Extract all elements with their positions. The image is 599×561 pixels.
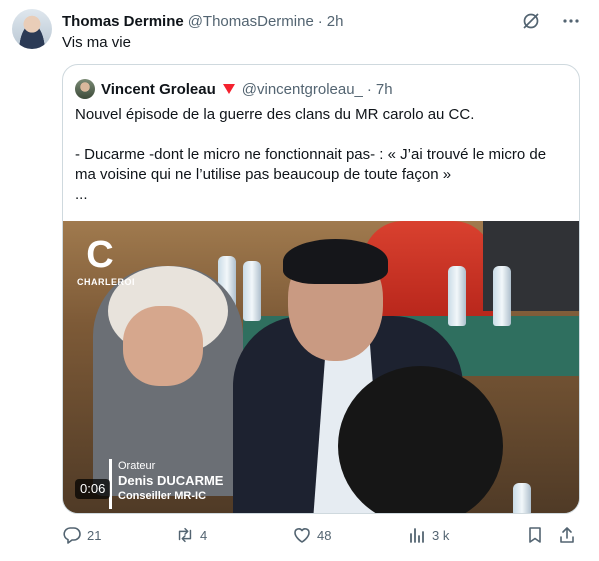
views-icon bbox=[407, 525, 427, 545]
quoted-tweet[interactable]: Vincent Groleau @vincentgroleau_ · 7h No… bbox=[62, 64, 580, 514]
separator-dot: · bbox=[366, 80, 372, 98]
video-player[interactable]: C CHARLEROI Orateur Denis DUCARME Consei… bbox=[63, 221, 579, 513]
woman-left-face bbox=[123, 306, 203, 386]
tweet-time[interactable]: 2h bbox=[327, 13, 344, 30]
tweet-header: Thomas Dermine @ThomasDermine · 2h bbox=[62, 11, 343, 31]
water-bottle bbox=[513, 483, 531, 513]
quote-time: 7h bbox=[375, 80, 393, 98]
views-count: 3 k bbox=[432, 527, 450, 543]
grok-icon[interactable] bbox=[521, 11, 541, 31]
more-icon[interactable] bbox=[561, 11, 581, 31]
water-bottle bbox=[243, 261, 261, 321]
author-name[interactable]: Thomas Dermine bbox=[62, 13, 184, 30]
separator-dot: · bbox=[317, 12, 323, 30]
reply-button[interactable]: 21 bbox=[62, 525, 175, 545]
author-handle[interactable]: @ThomasDermine bbox=[188, 13, 314, 30]
woman-right bbox=[338, 366, 503, 513]
tweet-actions: 21 4 48 3 k bbox=[62, 524, 580, 546]
quote-line-1: Nouvel épisode de la guerre des clans du… bbox=[75, 106, 475, 123]
speaker-caption: Orateur Denis DUCARME Conseiller MR-IC bbox=[109, 459, 249, 509]
quote-author-handle: @vincentgroleau_ bbox=[241, 80, 363, 98]
tweet-text: Vis ma vie bbox=[62, 34, 131, 51]
like-button[interactable]: 48 bbox=[292, 525, 407, 545]
quote-author-avatar bbox=[75, 79, 95, 99]
share-button[interactable] bbox=[557, 525, 577, 545]
views-button[interactable]: 3 k bbox=[407, 525, 525, 545]
caption-role: Orateur bbox=[118, 460, 156, 472]
caption-speaker-title: Conseiller MR-IC bbox=[118, 490, 207, 502]
charleroi-logo: C CHARLEROI bbox=[77, 234, 135, 287]
quote-line-3: ... bbox=[75, 186, 88, 203]
speaker-hair bbox=[283, 239, 388, 284]
reply-icon bbox=[62, 525, 82, 545]
quote-header: Vincent Groleau @vincentgroleau_ · 7h bbox=[75, 79, 393, 99]
repost-button[interactable]: 4 bbox=[175, 525, 292, 545]
caption-speaker: Denis DUCARME bbox=[118, 473, 224, 488]
repost-count: 4 bbox=[200, 527, 208, 543]
water-bottle bbox=[448, 266, 466, 326]
share-icon bbox=[557, 525, 577, 545]
tweet-top-actions bbox=[521, 11, 581, 31]
author-avatar[interactable] bbox=[12, 9, 52, 49]
water-bottle bbox=[493, 266, 511, 326]
tweet[interactable]: Thomas Dermine @ThomasDermine · 2h Vis m… bbox=[0, 0, 599, 561]
quote-author-name: Vincent Groleau bbox=[101, 80, 216, 98]
heart-icon bbox=[292, 525, 312, 545]
repost-icon bbox=[175, 525, 195, 545]
quote-text: Nouvel épisode de la guerre des clans du… bbox=[75, 105, 571, 205]
video-duration: 0:06 bbox=[75, 479, 111, 499]
like-count: 48 bbox=[317, 527, 332, 543]
reply-count: 21 bbox=[87, 527, 102, 543]
bookmark-button[interactable] bbox=[525, 525, 557, 545]
triangle-badge-icon bbox=[222, 83, 236, 95]
quote-line-2: - Ducarme -dont le micro ne fonctionnait… bbox=[75, 146, 547, 183]
bookmark-icon bbox=[525, 525, 545, 545]
